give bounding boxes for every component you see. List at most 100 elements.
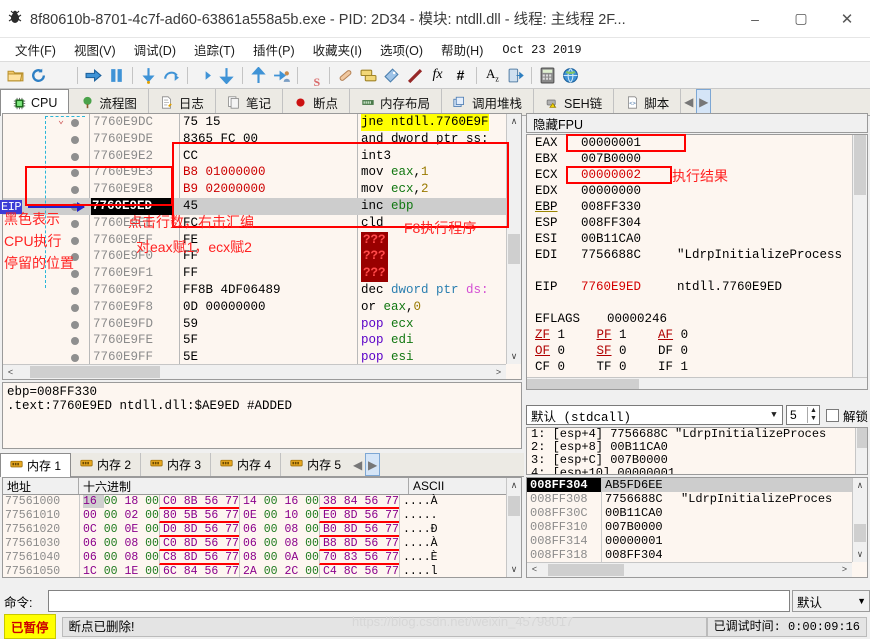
arguments-vertical-scrollbar[interactable] <box>855 428 867 474</box>
dump-byte-group[interactable]: B8 8D 56 77 <box>319 537 399 551</box>
bookmark-icon[interactable] <box>403 64 426 87</box>
scrollbar-thumb[interactable] <box>508 234 520 264</box>
command-mode-select[interactable]: 默认 ▼ <box>792 590 870 612</box>
dump-byte[interactable]: 18 <box>124 495 145 508</box>
close-button[interactable]: ✕ <box>824 0 870 38</box>
memory-dump-panel[interactable]: 地址 十六进制 ASCII 77561000 16 00 18 00 C0 8B 5… <box>2 477 522 578</box>
dump-byte[interactable]: 1C <box>83 565 104 577</box>
disasm-horizontal-scrollbar[interactable]: < > <box>3 364 506 379</box>
menu-item-trace[interactable]: 追踪(T) <box>185 38 244 61</box>
dump-byte[interactable]: 8C <box>344 565 365 577</box>
dump-byte[interactable]: C8 <box>163 551 184 564</box>
dump-byte[interactable]: 06 <box>243 537 264 550</box>
dump-byte[interactable]: 56 <box>204 509 225 522</box>
scroll-up-icon[interactable]: ∧ <box>507 114 521 129</box>
dump-byte-group[interactable]: 0C 00 0E 00 <box>79 523 159 537</box>
dump-byte[interactable]: 77 <box>385 495 399 508</box>
flag-df[interactable]: DF 0 <box>658 343 712 359</box>
stack-row[interactable]: 008FF308 7756688C "LdrpInitializeProces <box>527 492 867 506</box>
dump-byte[interactable]: 16 <box>83 495 104 508</box>
flag-tf[interactable]: TF 0 <box>597 359 651 375</box>
menu-item-options[interactable]: 选项(O) <box>371 38 432 61</box>
comment-icon[interactable] <box>357 64 380 87</box>
dump-byte-group[interactable]: 70 83 56 77 <box>319 551 399 565</box>
menu-item-view[interactable]: 视图(V) <box>65 38 125 61</box>
dump-byte[interactable]: 00 <box>305 537 319 550</box>
stack-value[interactable]: 008FF304 <box>601 548 675 562</box>
dump-tab-2[interactable]: 内存 2 <box>71 453 142 476</box>
dump-byte[interactable]: 00 <box>104 523 125 536</box>
calculator-icon[interactable] <box>536 64 559 87</box>
disasm-row[interactable]: 7760E9E3 B8 01000000 mov eax,1 <box>3 164 521 181</box>
dump-byte[interactable]: 77 <box>385 551 399 564</box>
breakpoint-dot-icon[interactable] <box>71 152 79 161</box>
dump-byte[interactable]: 0E <box>124 523 145 536</box>
scroll-up-icon[interactable]: ∧ <box>507 478 521 493</box>
dump-byte[interactable]: 56 <box>204 537 225 550</box>
scrollbar-thumb[interactable] <box>30 366 160 378</box>
dump-byte[interactable]: 00 <box>145 523 159 536</box>
breakpoint-dot-icon[interactable] <box>71 337 79 346</box>
registers-vertical-scrollbar[interactable] <box>852 135 867 377</box>
dump-byte[interactable]: C4 <box>323 565 344 577</box>
dump-byte[interactable]: 83 <box>344 551 365 564</box>
dump-byte-group[interactable]: 6C 84 56 77 <box>159 565 239 577</box>
menu-item-debug[interactable]: 调试(D) <box>125 38 185 61</box>
tab-scroll-right-icon[interactable]: ▶ <box>696 89 712 115</box>
chevron-down-icon[interactable]: ▼ <box>766 410 782 420</box>
dump-byte-group[interactable]: 06 00 08 00 <box>239 537 319 551</box>
scrollbar-thumb[interactable] <box>548 564 624 576</box>
dump-byte-group[interactable]: 00 00 02 00 <box>79 509 159 523</box>
stack-horizontal-scrollbar[interactable]: < > <box>527 562 852 577</box>
dump-tab-1[interactable]: 内存 1 <box>0 453 72 477</box>
dump-byte[interactable]: 00 <box>104 495 125 508</box>
dump-byte-group[interactable]: 0E 00 10 00 <box>239 509 319 523</box>
disasm-row[interactable]: 7760E9F0 FF ??? <box>3 248 521 266</box>
dump-byte-group[interactable]: 2A 00 2C 00 <box>239 565 319 577</box>
command-input[interactable] <box>48 590 790 612</box>
unlock-checkbox[interactable] <box>825 408 839 422</box>
dump-row[interactable]: 77561000 16 00 18 00 C0 8B 56 77 14 00 16 0… <box>3 495 521 509</box>
dump-byte[interactable]: 08 <box>124 551 145 564</box>
run-to-icon[interactable] <box>247 64 270 87</box>
disasm-row[interactable]: 7760E9DE 8365 FC 00 and dword ptr ss: <box>3 131 521 148</box>
dump-byte-group[interactable]: 06 00 08 00 <box>239 523 319 537</box>
disasm-row[interactable]: 7760E9F1 FF ??? <box>3 265 521 282</box>
breakpoint-dot-icon[interactable] <box>71 119 79 127</box>
dump-byte[interactable]: 00 <box>305 509 319 522</box>
chevron-down-icon[interactable]: ▼ <box>857 596 866 606</box>
patch-icon[interactable] <box>334 64 357 87</box>
calling-convention-select[interactable]: 默认 (stdcall) ▼ <box>526 405 783 425</box>
tab-breakpoints[interactable]: 断点 <box>282 89 350 115</box>
maximize-button[interactable]: ▢ <box>778 0 824 38</box>
pause-icon[interactable] <box>105 64 128 87</box>
dump-byte[interactable]: 77 <box>385 509 399 522</box>
dump-byte-group[interactable]: B0 8D 56 77 <box>319 523 399 537</box>
register-value[interactable]: 00000002 <box>581 167 677 183</box>
register-value[interactable]: 007B0000 <box>581 151 677 167</box>
register-row-ebp[interactable]: EBP 008FF330 <box>527 199 867 215</box>
dump-byte[interactable]: 08 <box>243 551 264 564</box>
scrollbar-thumb[interactable] <box>854 135 866 195</box>
dump-byte[interactable]: 84 <box>344 495 365 508</box>
handles-icon[interactable] <box>504 64 527 87</box>
menu-item-file[interactable]: 文件(F) <box>6 38 65 61</box>
dump-byte[interactable]: 6C <box>163 565 184 577</box>
dump-byte[interactable]: 8D <box>184 551 205 564</box>
dump-byte[interactable]: 77 <box>225 495 239 508</box>
dump-byte[interactable]: B0 <box>323 523 344 536</box>
dump-byte[interactable]: 00 <box>145 537 159 550</box>
dump-byte[interactable]: E0 <box>323 509 344 522</box>
dump-header-hex[interactable]: 十六进制 <box>79 478 409 494</box>
dump-row[interactable]: 77561020 0C 00 0E 00 D0 8D 56 77 06 00 08 0… <box>3 523 521 537</box>
dump-byte-group[interactable]: 38 84 56 77 <box>319 495 399 509</box>
scrollbar-thumb[interactable] <box>854 524 866 542</box>
fpu-toggle-header[interactable]: 隐藏FPU <box>526 113 868 133</box>
scroll-right-icon[interactable]: > <box>491 367 506 377</box>
register-value[interactable]: 00000000 <box>581 183 677 199</box>
dump-byte[interactable]: 00 <box>264 537 285 550</box>
dump-byte[interactable]: 1E <box>124 565 145 577</box>
label-icon[interactable] <box>380 64 403 87</box>
dump-byte[interactable]: 8D <box>184 537 205 550</box>
argument-row[interactable]: 4: [esp+10] 00000001 <box>527 467 867 475</box>
